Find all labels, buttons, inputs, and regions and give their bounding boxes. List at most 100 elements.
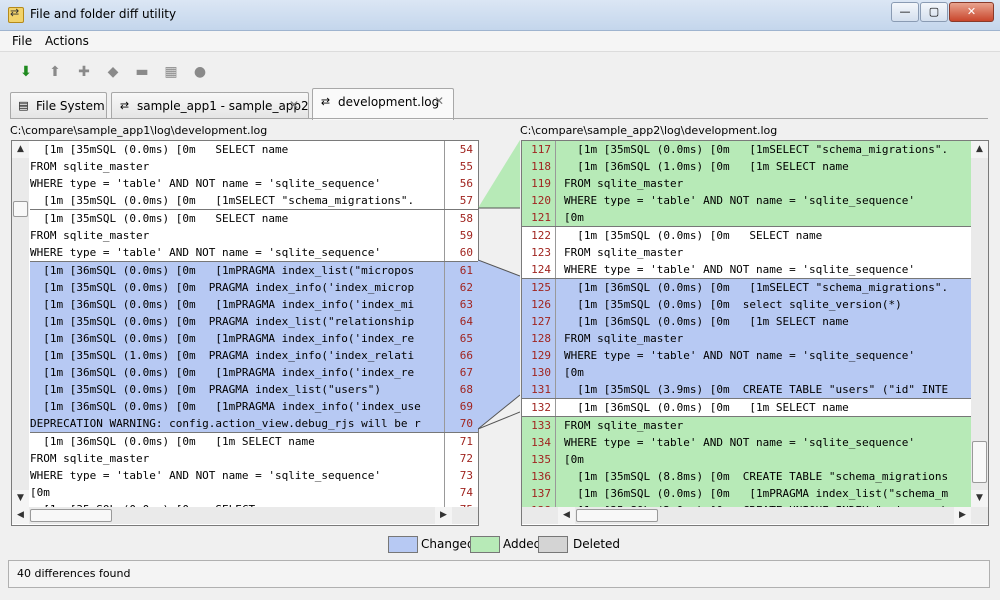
tab-development-log[interactable]: ⇄ development.log ✕ (312, 88, 454, 120)
diff-line: [1m [35mSQL (0.0ms) [0m PRAGMA index_lis… (30, 381, 478, 398)
line-number: 62 (444, 279, 477, 296)
line-text: [0m (564, 211, 584, 224)
scroll-thumb[interactable] (972, 441, 987, 483)
diff-line: 123 FROM sqlite_master (522, 244, 971, 261)
diff-line: 125 [1m [36mSQL (0.0ms) [0m [1mSELECT "s… (522, 278, 971, 296)
line-text: [1m [35mSQL (0.0ms) [0m PRAGMA index_inf… (30, 281, 415, 294)
diff-line: DEPRECATION WARNING: config.action_view.… (30, 415, 478, 432)
scroll-thumb[interactable] (576, 509, 658, 522)
scroll-right-icon[interactable]: ▶ (954, 507, 971, 524)
scroll-up-icon[interactable]: ▲ (12, 141, 29, 158)
left-diff-pane[interactable]: ▲ ▼ [1m [35mSQL (0.0ms) [0m SELECT name 5… (11, 140, 479, 526)
close-tab-icon[interactable]: ✕ (434, 94, 444, 108)
menu-actions[interactable]: Actions (45, 34, 89, 48)
diff-line: 119 FROM sqlite_master (522, 175, 971, 192)
line-text: [0m (30, 486, 50, 499)
diff-line: 134 WHERE type = 'table' AND NOT name = '… (522, 434, 971, 451)
line-text: [1m [36mSQL (0.0ms) [0m [1m SELECT name (564, 401, 849, 414)
line-number: 131 (522, 381, 556, 398)
next-difference-icon[interactable]: ⬇ (18, 64, 34, 80)
tab-folder-compare[interactable]: ⇄ sample_app1 - sample_app2 ✕ (111, 92, 309, 119)
scroll-right-icon[interactable]: ▶ (435, 507, 452, 524)
line-number: 122 (522, 227, 556, 244)
line-number: 64 (444, 313, 477, 330)
diff-line: [1m [36mSQL (0.0ms) [0m [1mPRAGMA index_… (30, 398, 478, 415)
diff-line: [1m [35mSQL (0.0ms) [0m PRAGMA index_lis… (30, 313, 478, 330)
line-number: 137 (522, 485, 556, 502)
previous-difference-icon[interactable]: ⬆ (47, 64, 63, 80)
line-text: [1m [35mSQL (0.0ms) [0m SELECT name (30, 212, 289, 225)
right-diff-pane[interactable]: 117 [1m [35mSQL (0.0ms) [0m [1mSELECT "s… (521, 140, 989, 526)
scroll-down-icon[interactable]: ▼ (12, 490, 29, 507)
diff-line: WHERE type = 'table' AND NOT name = 'sql… (30, 244, 478, 261)
line-number: 73 (444, 467, 477, 484)
diff-connector (478, 140, 520, 430)
diff-line: [1m [35mSQL (0.0ms) [0m SELECT name 58 (30, 209, 478, 227)
line-text: [1m [35mSQL (0.0ms) [0m [1mSELECT "schem… (30, 194, 415, 207)
line-text: DEPRECATION WARNING: config.action_view.… (30, 417, 421, 430)
line-number: 124 (522, 261, 556, 278)
right-horizontal-scrollbar[interactable]: ◀ ▶ (522, 507, 988, 524)
line-text: [1m [35mSQL (0.0ms) [0m PRAGMA index_lis… (30, 383, 381, 396)
tab-label: development.log (338, 95, 440, 109)
line-text: [1m [35mSQL (0.0ms) [0m SELECT name (564, 229, 823, 242)
line-number: 58 (444, 210, 477, 227)
app-icon (8, 6, 24, 23)
close-button[interactable]: ✕ (949, 2, 994, 22)
left-horizontal-scrollbar[interactable]: ◀ ▶ (12, 507, 478, 524)
scroll-left-icon[interactable]: ◀ (558, 507, 575, 524)
diff-line: 129 WHERE type = 'table' AND NOT name = '… (522, 347, 971, 364)
line-text: [1m [36mSQL (0.0ms) [0m [1mPRAGMA index_… (30, 366, 415, 379)
diff-line: 137 [1m [36mSQL (0.0ms) [0m [1mPRAGMA in… (522, 485, 971, 502)
line-text: FROM sqlite_master (564, 332, 684, 345)
diff-line: FROM sqlite_master 55 (30, 158, 478, 175)
diff-line: WHERE type = 'table' AND NOT name = 'sql… (30, 467, 478, 484)
line-text: [1m [35mSQL (0.0ms) [0m [1mSELECT "schem… (564, 143, 949, 156)
line-number: 72 (444, 450, 477, 467)
left-vertical-scrollbar[interactable]: ▲ ▼ (12, 141, 29, 507)
file-system-icon: ▤ (18, 99, 29, 112)
scroll-left-icon[interactable]: ◀ (12, 507, 29, 524)
line-text: [1m [36mSQL (0.0ms) [0m [1m SELECT name (564, 315, 849, 328)
line-text: [1m [36mSQL (1.0ms) [0m [1m SELECT name (564, 160, 849, 173)
tab-bar: ▤ File System ⇄ sample_app1 - sample_app… (10, 88, 990, 120)
scroll-up-icon[interactable]: ▲ (971, 141, 988, 158)
line-number: 61 (444, 262, 477, 279)
line-text: FROM sqlite_master (564, 419, 684, 432)
line-number: 118 (522, 158, 556, 175)
minimize-button[interactable]: — (891, 2, 919, 22)
copy-right-icon[interactable]: ▬ (134, 64, 150, 80)
tab-file-system[interactable]: ▤ File System (10, 92, 107, 119)
line-number: 66 (444, 347, 477, 364)
tab-label: File System (36, 99, 105, 113)
copy-left-icon[interactable]: ◆ (105, 64, 121, 80)
refresh-icon[interactable]: ▦ (163, 64, 179, 80)
line-number: 125 (522, 279, 556, 296)
diff-line: [1m [36mSQL (0.0ms) [0m [1mPRAGMA index_… (30, 330, 478, 347)
line-text: WHERE type = 'table' AND NOT name = 'sql… (564, 194, 915, 207)
scroll-thumb[interactable] (30, 509, 112, 522)
line-text: WHERE type = 'table' AND NOT name = 'sql… (564, 349, 915, 362)
line-text: [1m [35mSQL (8.8ms) [0m CREATE TABLE "sc… (564, 470, 949, 483)
merge-icon[interactable]: ✚ (76, 64, 92, 80)
stop-icon[interactable]: ● (192, 64, 208, 80)
status-bar: 40 differences found (8, 560, 990, 588)
legend-label-deleted: Deleted (573, 537, 621, 551)
menu-file[interactable]: File (12, 34, 32, 48)
line-number: 135 (522, 451, 556, 468)
line-number: 134 (522, 434, 556, 451)
scroll-down-icon[interactable]: ▼ (971, 490, 988, 507)
diff-line: 130 [0m (522, 364, 971, 381)
maximize-button[interactable]: ▢ (920, 2, 948, 22)
line-text: FROM sqlite_master (30, 160, 150, 173)
title-bar: File and folder diff utility — ▢ ✕ (0, 0, 1000, 31)
scroll-thumb[interactable] (13, 201, 28, 217)
diff-line: 131 [1m [35mSQL (3.9ms) [0m CREATE TABLE… (522, 381, 971, 398)
close-tab-icon[interactable]: ✕ (289, 98, 299, 112)
compare-icon: ⇄ (119, 99, 130, 112)
window-title: File and folder diff utility (30, 7, 177, 21)
line-text: [1m [36mSQL (0.0ms) [0m [1m SELECT name (30, 435, 315, 448)
diff-line: 120 WHERE type = 'table' AND NOT name = '… (522, 192, 971, 209)
right-vertical-scrollbar[interactable]: ▲ ▼ (971, 141, 988, 507)
compare-icon: ⇄ (320, 95, 331, 108)
